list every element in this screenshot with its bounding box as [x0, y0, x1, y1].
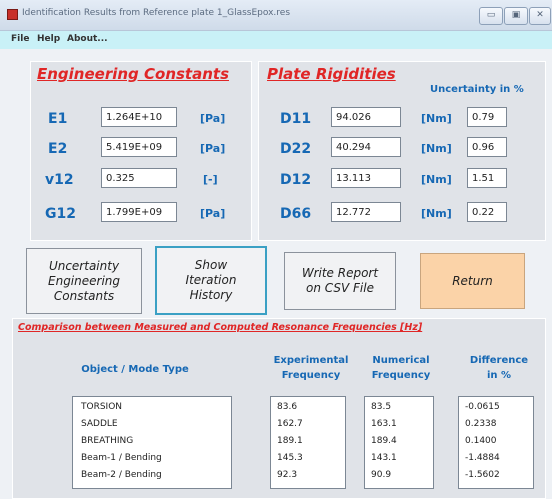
d22-label: D22 — [280, 141, 312, 157]
d66-field[interactable]: 12.772 — [331, 202, 401, 222]
e2-field[interactable]: 5.419E+09 — [101, 137, 177, 157]
d12-uncertainty-field[interactable]: 1.51 — [467, 168, 507, 188]
list-item[interactable]: 145.3 — [277, 453, 303, 463]
d66-label: D66 — [280, 206, 312, 222]
d12-field[interactable]: 13.113 — [331, 168, 401, 188]
header-numerical-frequency: Numerical Frequency — [371, 355, 431, 381]
return-button-label: Return — [452, 273, 493, 288]
d12-label: D12 — [280, 172, 312, 188]
return-button[interactable]: Return — [420, 253, 525, 309]
experimental-frequency-list[interactable]: 83.6 162.7 189.1 145.3 92.3 — [270, 396, 346, 489]
list-item[interactable]: Beam-2 / Bending — [81, 470, 162, 480]
list-item[interactable]: TORSION — [81, 402, 122, 412]
list-item[interactable]: 0.1400 — [465, 436, 497, 446]
uncertainty-engineering-constants-button[interactable]: Uncertainty Engineering Constants — [26, 248, 142, 314]
list-item[interactable]: 189.1 — [277, 436, 303, 446]
header-difference: Difference in % — [469, 355, 529, 381]
list-item[interactable]: 90.9 — [371, 470, 391, 480]
e2-label: E2 — [48, 141, 68, 157]
list-item[interactable]: 92.3 — [277, 470, 297, 480]
close-button[interactable]: ✕ — [529, 7, 551, 25]
g12-field[interactable]: 1.799E+09 — [101, 202, 177, 222]
list-item[interactable]: -1.5602 — [465, 470, 500, 480]
v12-field[interactable]: 0.325 — [101, 168, 177, 188]
g12-unit: [Pa] — [200, 207, 226, 220]
d11-field[interactable]: 94.026 — [331, 107, 401, 127]
list-item[interactable]: 162.7 — [277, 419, 303, 429]
e1-unit: [Pa] — [200, 112, 226, 125]
d22-uncertainty-field[interactable]: 0.96 — [467, 137, 507, 157]
app-window: Identification Results from Reference pl… — [0, 0, 552, 499]
e1-label: E1 — [48, 111, 68, 127]
difference-list[interactable]: -0.0615 0.2338 0.1400 -1.4884 -1.5602 — [458, 396, 534, 489]
menu-about[interactable]: About... — [67, 34, 108, 44]
v12-label: v12 — [45, 172, 74, 188]
v12-unit: [-] — [203, 173, 218, 186]
d11-unit: [Nm] — [421, 112, 452, 125]
uncertainty-header: Uncertainty in % — [430, 84, 524, 95]
d22-field[interactable]: 40.294 — [331, 137, 401, 157]
maximize-button[interactable]: ▣ — [504, 7, 528, 25]
list-item[interactable]: -0.0615 — [465, 402, 500, 412]
list-item[interactable]: -1.4884 — [465, 453, 500, 463]
d66-unit: [Nm] — [421, 207, 452, 220]
iteration-button-label: Show Iteration History — [185, 258, 237, 302]
d11-uncertainty-field[interactable]: 0.79 — [467, 107, 507, 127]
engineering-constants-title: Engineering Constants — [37, 65, 229, 83]
list-item[interactable]: 83.6 — [277, 402, 297, 412]
title-bar: Identification Results from Reference pl… — [0, 0, 552, 31]
list-item[interactable]: 143.1 — [371, 453, 397, 463]
list-item[interactable]: 163.1 — [371, 419, 397, 429]
uncertainty-button-label: Uncertainty Engineering Constants — [48, 258, 120, 303]
e2-unit: [Pa] — [200, 142, 226, 155]
menu-bar: File Help About... — [0, 31, 552, 49]
g12-label: G12 — [45, 206, 76, 222]
report-button-label: Write Report on CSV File — [301, 266, 379, 295]
d66-uncertainty-field[interactable]: 0.22 — [467, 202, 507, 222]
list-item[interactable]: 189.4 — [371, 436, 397, 446]
plate-rigidities-title: Plate Rigidities — [267, 65, 396, 83]
app-icon — [7, 9, 18, 20]
mode-type-list[interactable]: TORSION SADDLE BREATHING Beam-1 / Bendin… — [72, 396, 232, 489]
d12-unit: [Nm] — [421, 173, 452, 186]
list-item[interactable]: BREATHING — [81, 436, 133, 446]
e1-field[interactable]: 1.264E+10 — [101, 107, 177, 127]
show-iteration-history-button[interactable]: Show Iteration History — [155, 246, 267, 315]
minimize-button[interactable]: ▭ — [479, 7, 503, 25]
comparison-title: Comparison between Measured and Computed… — [18, 322, 423, 333]
list-item[interactable]: Beam-1 / Bending — [81, 453, 162, 463]
write-report-csv-button[interactable]: Write Report on CSV File — [284, 252, 396, 310]
list-item[interactable]: SADDLE — [81, 419, 118, 429]
d22-unit: [Nm] — [421, 142, 452, 155]
header-experimental-frequency: Experimental Frequency — [273, 355, 349, 381]
list-item[interactable]: 83.5 — [371, 402, 391, 412]
header-mode-type: Object / Mode Type — [81, 364, 189, 375]
d11-label: D11 — [280, 111, 312, 127]
list-item[interactable]: 0.2338 — [465, 419, 497, 429]
window-title: Identification Results from Reference pl… — [22, 8, 291, 18]
menu-file[interactable]: File — [11, 34, 29, 44]
numerical-frequency-list[interactable]: 83.5 163.1 189.4 143.1 90.9 — [364, 396, 434, 489]
menu-help[interactable]: Help — [37, 34, 60, 44]
